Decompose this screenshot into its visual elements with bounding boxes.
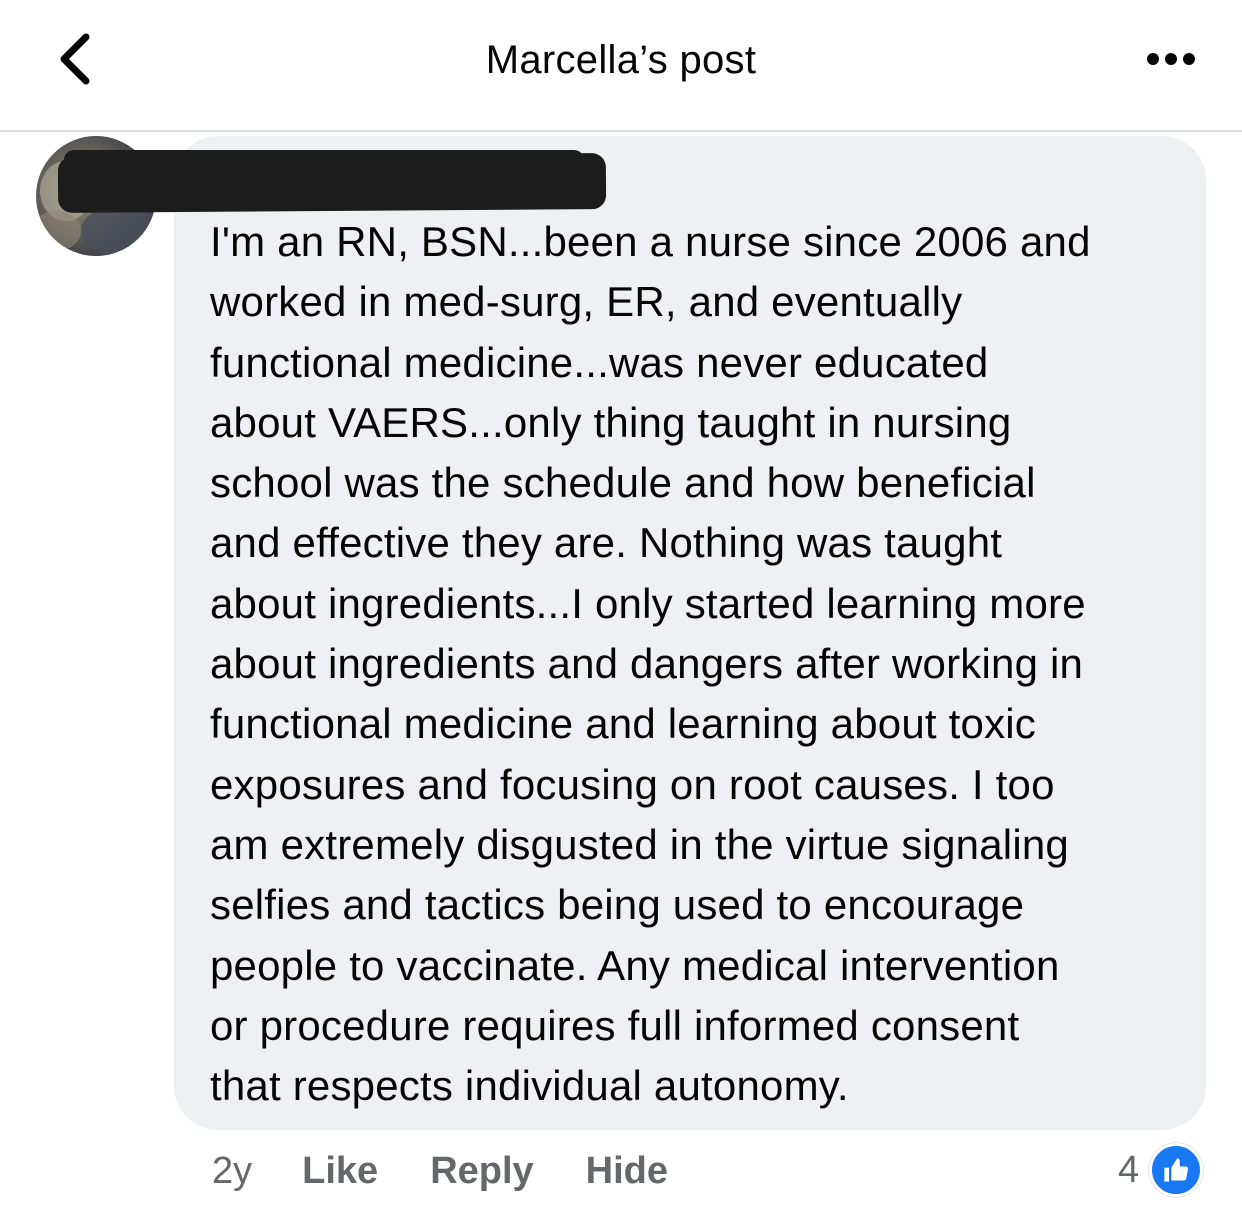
comment-text: I'm an RN, BSN...been a nurse since 2006… [210,218,1091,1110]
like-button[interactable]: Like [302,1150,378,1193]
reply-button[interactable]: Reply [430,1150,533,1193]
redacted-commenter-name [57,153,607,213]
thumbs-up-icon [1149,1143,1204,1197]
more-options-button[interactable] [1136,40,1206,82]
reaction-summary[interactable]: 4 [1118,1142,1204,1198]
top-bar: Marcella’s post [0,0,1242,132]
comment-timestamp[interactable]: 2y [212,1150,252,1193]
more-horizontal-icon [1144,52,1198,70]
comment-actions: 2y Like Reply Hide [212,1146,720,1196]
post-comment-screen: Marcella’s post I'm an RN, BSN...been a … [0,0,1242,1228]
page-title: Marcella’s post [485,38,757,82]
hide-button[interactable]: Hide [586,1150,668,1193]
reaction-count: 4 [1118,1148,1140,1191]
